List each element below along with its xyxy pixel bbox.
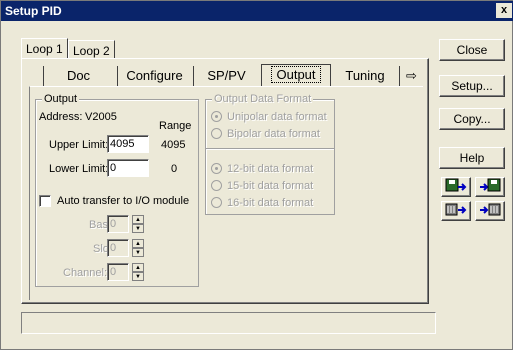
slot-input[interactable]: 0: [107, 239, 129, 257]
tab-loop-2[interactable]: Loop 2: [68, 40, 115, 59]
channel-label: Channel:: [63, 267, 108, 279]
channel-input[interactable]: 0: [107, 263, 129, 281]
lower-limit-range: 0: [171, 163, 178, 175]
read-from-plc-button[interactable]: [475, 201, 505, 221]
tab-sp-pv-label: SP/PV: [207, 68, 246, 83]
close-button[interactable]: Close: [439, 39, 505, 61]
bipolar-label: Bipolar data format: [227, 128, 320, 140]
tab-tuning-label: Tuning: [345, 68, 385, 83]
upper-limit-range: 4095: [161, 139, 186, 151]
15-bit-label: 15-bit data format: [227, 180, 314, 192]
lower-limit-input[interactable]: 0: [107, 159, 149, 177]
auto-transfer-checkbox[interactable]: [39, 195, 51, 207]
disk-save-icon: [445, 178, 467, 192]
save-to-disk-button[interactable]: [441, 177, 471, 197]
spin-down-icon[interactable]: ▼: [132, 272, 144, 281]
copy-button[interactable]: Copy...: [439, 108, 505, 130]
tab-loop-1-label: Loop 1: [26, 42, 63, 56]
address-value: V2005: [85, 111, 117, 123]
upper-limit-input[interactable]: 4095: [107, 135, 149, 153]
lower-limit-label: Lower Limit:: [49, 163, 109, 175]
channel-spinner[interactable]: ▲ ▼: [132, 263, 144, 281]
output-group-legend: Output: [42, 93, 80, 105]
tab-loop-1[interactable]: Loop 1: [21, 38, 68, 59]
spin-up-icon[interactable]: ▲: [132, 263, 144, 272]
16-bit-radio[interactable]: [211, 197, 222, 208]
tab-scroll-right-icon[interactable]: ⇨: [399, 66, 423, 86]
spin-down-icon[interactable]: ▼: [132, 248, 144, 257]
write-to-plc-button[interactable]: [441, 201, 471, 221]
base-input[interactable]: 0: [107, 215, 129, 233]
tab-sp-pv[interactable]: SP/PV: [193, 66, 259, 86]
tab-configure-label: Configure: [126, 68, 183, 83]
window-close-button[interactable]: x: [496, 3, 512, 18]
spin-up-icon[interactable]: ▲: [132, 239, 144, 248]
spin-down-icon[interactable]: ▼: [132, 224, 144, 233]
bipolar-radio[interactable]: [211, 128, 222, 139]
tab-output[interactable]: Output: [261, 64, 331, 86]
16-bit-label: 16-bit data format: [227, 197, 314, 209]
help-button[interactable]: Help: [439, 147, 505, 169]
format-divider: [206, 148, 334, 150]
setup-pid-window: Setup PID x Loop 1 Loop 2 Doc Configure …: [0, 0, 513, 350]
range-header: Range: [159, 120, 192, 132]
12-bit-label: 12-bit data format: [227, 163, 314, 175]
tab-configure[interactable]: Configure: [117, 66, 191, 86]
upper-limit-label: Upper Limit:: [49, 139, 109, 151]
unipolar-radio[interactable]: [211, 111, 222, 122]
address-label: Address:: [39, 111, 83, 123]
base-spinner[interactable]: ▲ ▼: [132, 215, 144, 233]
status-bar: [21, 312, 436, 334]
tab-loop-2-label: Loop 2: [73, 44, 110, 58]
load-from-disk-button[interactable]: [475, 177, 505, 197]
auto-transfer-label: Auto transfer to I/O module: [57, 195, 190, 207]
disk-load-icon: [480, 178, 501, 192]
window-title: Setup PID: [5, 4, 62, 18]
tab-doc-label: Doc: [66, 68, 91, 83]
unipolar-label: Unipolar data format: [227, 111, 327, 123]
tab-output-label: Output: [271, 66, 321, 83]
setup-button[interactable]: Setup...: [439, 75, 505, 97]
slot-spinner[interactable]: ▲ ▼: [132, 239, 144, 257]
title-bar: Setup PID x: [1, 1, 513, 21]
inner-tab-strip: Doc Configure SP/PV Output Tuning ⇨: [29, 64, 425, 86]
tab-doc[interactable]: Doc: [43, 66, 113, 86]
plc-read-icon: [480, 203, 501, 216]
spin-up-icon[interactable]: ▲: [132, 215, 144, 224]
15-bit-radio[interactable]: [211, 180, 222, 191]
tab-tuning[interactable]: Tuning: [335, 66, 395, 86]
plc-write-icon: [445, 203, 467, 216]
format-group-legend: Output Data Format: [212, 93, 314, 105]
12-bit-radio[interactable]: [211, 163, 222, 174]
